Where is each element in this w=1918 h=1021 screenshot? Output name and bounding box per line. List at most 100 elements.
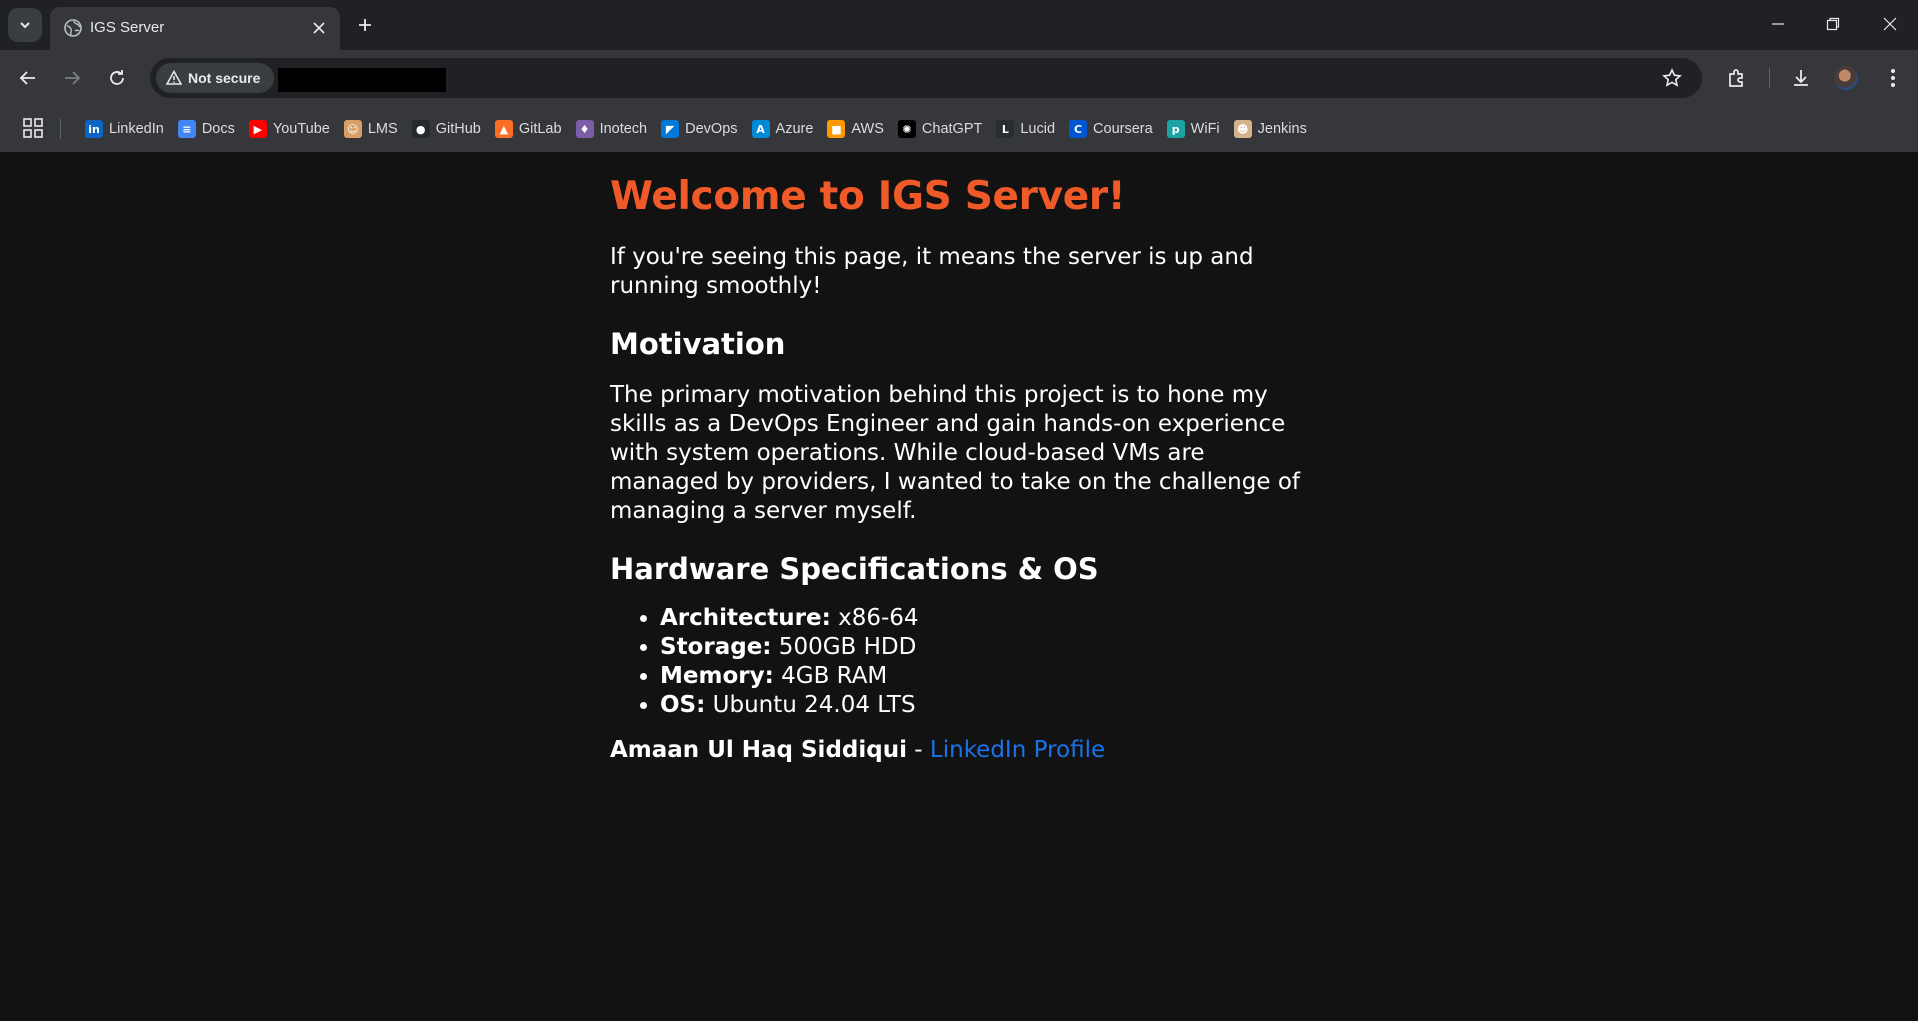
warning-icon bbox=[166, 70, 182, 85]
docs-icon: ≡ bbox=[177, 120, 196, 138]
github-icon: ● bbox=[411, 120, 430, 138]
arrow-left-icon bbox=[19, 71, 35, 85]
page-viewport: Welcome to IGS Server! If you're seeing … bbox=[0, 152, 1918, 1021]
bookmark-jenkins[interactable]: ☻ Jenkins bbox=[1227, 114, 1314, 144]
spec-item-memory: Memory: 4GB RAM bbox=[660, 662, 1310, 691]
tab-title: IGS Server bbox=[90, 19, 165, 36]
bookmark-docs[interactable]: ≡ Docs bbox=[171, 114, 242, 144]
youtube-icon: ▶ bbox=[248, 120, 267, 138]
bookmark-chatgpt[interactable]: ✺ ChatGPT bbox=[891, 114, 989, 144]
bookmark-label: Jenkins bbox=[1257, 121, 1307, 137]
bookmark-linkedin[interactable]: in LinkedIn bbox=[78, 114, 171, 144]
security-chip[interactable]: Not secure bbox=[156, 63, 274, 93]
spec-label: OS: bbox=[660, 692, 706, 718]
bookmark-youtube[interactable]: ▶ YouTube bbox=[242, 114, 337, 144]
spec-label: Storage: bbox=[660, 634, 772, 660]
bookmark-label: ChatGPT bbox=[921, 121, 983, 137]
author-separator: - bbox=[906, 737, 930, 763]
toolbar-divider bbox=[1769, 68, 1770, 88]
bookmark-inotech[interactable]: ♦ Inotech bbox=[569, 114, 655, 144]
address-bar[interactable]: Not secure bbox=[150, 58, 1702, 98]
reload-icon bbox=[110, 70, 124, 85]
reload-button[interactable] bbox=[103, 64, 131, 92]
gitlab-icon: ▲ bbox=[494, 120, 513, 138]
spec-value: 500GB HDD bbox=[771, 634, 917, 660]
bookmark-label: Docs bbox=[201, 121, 235, 137]
specs-list: Architecture: x86-64 Storage: 500GB HDD … bbox=[610, 604, 1310, 720]
bookmark-label: DevOps bbox=[685, 121, 738, 137]
restore-icon bbox=[1826, 17, 1840, 31]
tab-search-button[interactable] bbox=[8, 8, 42, 42]
minimize-icon bbox=[1772, 23, 1784, 25]
puzzle-icon bbox=[1729, 69, 1743, 87]
bookmarks-bar: in LinkedIn ≡ Docs ▶ YouTube ☺ LMS ● GitHub ▲ GitLa… bbox=[0, 106, 1918, 153]
close-icon bbox=[313, 22, 325, 34]
bookmark-wifi[interactable]: p WiFi bbox=[1160, 114, 1227, 144]
bookmark-label: GitHub bbox=[435, 121, 481, 137]
back-button[interactable] bbox=[14, 64, 42, 92]
bookmark-star-button[interactable] bbox=[1660, 66, 1684, 90]
motivation-text: The primary motivation behind this proje… bbox=[610, 382, 1300, 524]
linkedin-profile-link[interactable]: LinkedIn Profile bbox=[930, 737, 1105, 763]
window-close-button[interactable] bbox=[1875, 10, 1905, 38]
bookmark-label: GitLab bbox=[518, 121, 562, 137]
globe-icon bbox=[64, 19, 82, 37]
url-redacted bbox=[278, 68, 446, 92]
apps-grid-icon[interactable] bbox=[22, 117, 44, 139]
bookmark-label: LMS bbox=[367, 121, 398, 137]
minimize-button[interactable] bbox=[1763, 10, 1793, 38]
spec-item-os: OS: Ubuntu 24.04 LTS bbox=[660, 691, 1310, 720]
devops-icon: ◤ bbox=[661, 120, 680, 138]
bookmark-lucid[interactable]: L Lucid bbox=[989, 114, 1062, 144]
bookmark-github[interactable]: ● GitHub bbox=[405, 114, 488, 144]
spec-value: x86-64 bbox=[830, 605, 919, 631]
tab-close-button[interactable] bbox=[308, 17, 330, 39]
spec-value: 4GB RAM bbox=[773, 663, 888, 689]
extensions-button[interactable] bbox=[1723, 64, 1751, 92]
browser-menu-button[interactable] bbox=[1879, 64, 1907, 92]
spec-value: Ubuntu 24.04 LTS bbox=[705, 692, 916, 718]
bookmark-label: Lucid bbox=[1020, 121, 1056, 137]
bookmark-coursera[interactable]: C Coursera bbox=[1062, 114, 1160, 144]
author-name: Amaan Ul Haq Siddiqui bbox=[610, 737, 907, 763]
browser-toolbar: Not secure bbox=[0, 50, 1918, 106]
more-vert-icon bbox=[1891, 69, 1895, 87]
page-title: Welcome to IGS Server! bbox=[610, 174, 1126, 219]
chevron-down-icon bbox=[20, 22, 30, 29]
bookmark-devops[interactable]: ◤ DevOps bbox=[654, 114, 744, 144]
bookmark-aws[interactable]: ■ AWS bbox=[820, 114, 891, 144]
bookmarks-divider bbox=[60, 119, 61, 139]
bookmark-azure[interactable]: A Azure bbox=[745, 114, 821, 144]
forward-button[interactable] bbox=[58, 64, 86, 92]
bookmark-label: Coursera bbox=[1093, 121, 1153, 137]
browser-tab[interactable]: IGS Server bbox=[50, 7, 340, 50]
page-content: Welcome to IGS Server! If you're seeing … bbox=[610, 174, 1310, 765]
security-chip-label: Not secure bbox=[188, 70, 261, 86]
chatgpt-icon: ✺ bbox=[897, 120, 916, 138]
spec-label: Architecture: bbox=[660, 605, 831, 631]
tab-strip: IGS Server bbox=[0, 0, 1918, 50]
azure-icon: A bbox=[751, 120, 770, 138]
motivation-heading: Motivation bbox=[610, 327, 786, 361]
bookmark-label: YouTube bbox=[272, 121, 330, 137]
author-footer: Amaan Ul Haq Siddiqui - LinkedIn Profile bbox=[610, 736, 1310, 765]
lms-icon: ☺ bbox=[343, 120, 362, 138]
bookmark-label: Inotech bbox=[599, 121, 648, 137]
bookmark-label: Azure bbox=[775, 121, 814, 137]
bookmark-label: WiFi bbox=[1190, 121, 1220, 137]
bookmark-label: LinkedIn bbox=[109, 121, 164, 137]
new-tab-button[interactable] bbox=[352, 12, 378, 38]
arrow-right-icon bbox=[65, 71, 81, 85]
bookmark-gitlab[interactable]: ▲ GitLab bbox=[488, 114, 569, 144]
aws-icon: ■ bbox=[827, 120, 846, 138]
intro-text: If you're seeing this page, it means the… bbox=[610, 244, 1254, 299]
profile-avatar[interactable] bbox=[1834, 66, 1858, 90]
restore-button[interactable] bbox=[1818, 10, 1848, 38]
bookmark-lms[interactable]: ☺ LMS bbox=[337, 114, 405, 144]
downloads-button[interactable] bbox=[1787, 64, 1815, 92]
bookmark-label: AWS bbox=[851, 121, 884, 137]
plus-icon bbox=[359, 19, 371, 31]
hardware-heading: Hardware Specifications & OS bbox=[610, 552, 1099, 586]
star-icon bbox=[1662, 68, 1682, 87]
jenkins-icon: ☻ bbox=[1233, 120, 1252, 138]
